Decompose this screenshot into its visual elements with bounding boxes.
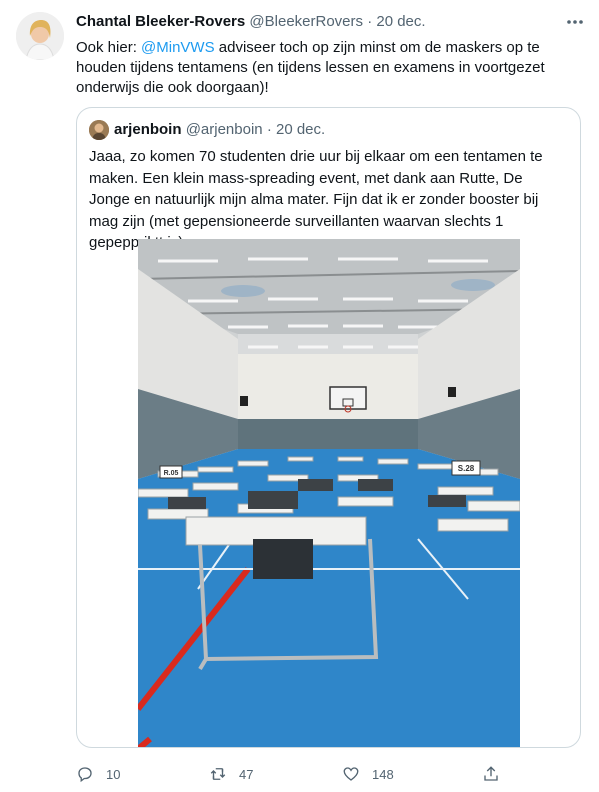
desk-sign-r05: R.05	[164, 470, 179, 477]
author-avatar-image	[16, 12, 64, 60]
quoted-tweet-photo[interactable]: R.05 S.28	[138, 239, 520, 747]
author-handle[interactable]: @BleekerRovers	[249, 13, 363, 30]
more-options-button[interactable]	[565, 14, 585, 30]
quoted-author-name: arjenboin	[114, 121, 182, 138]
tweet-date[interactable]: 20 dec.	[376, 13, 425, 30]
tweet-text: Ook hier: @MinVWS adviseer toch op zijn …	[76, 38, 582, 98]
retweet-icon	[210, 768, 226, 780]
share-icon	[484, 766, 498, 781]
quoted-tweet-date: 20 dec.	[275, 121, 326, 138]
share-button[interactable]	[482, 764, 500, 784]
tweet-text-part: Ook hier:	[76, 39, 142, 56]
separator-dot: ·	[367, 13, 373, 30]
more-icon	[567, 20, 583, 24]
retweet-count: 47	[239, 766, 254, 782]
like-button[interactable]: 148	[342, 764, 394, 784]
quoted-separator-dot: ·	[266, 121, 272, 138]
quoted-avatar-image	[89, 120, 109, 140]
retweet-button[interactable]: 47	[209, 764, 253, 784]
author-name[interactable]: Chantal Bleeker-Rovers	[76, 13, 245, 30]
exam-hall-photo: R.05 S.28	[138, 239, 520, 747]
like-count: 148	[372, 766, 394, 782]
reply-icon	[78, 767, 92, 783]
quoted-author-avatar	[89, 120, 109, 140]
mention-link[interactable]: @MinVWS	[141, 39, 215, 56]
reply-button[interactable]: 10	[76, 764, 120, 784]
quoted-tweet[interactable]: arjenboin @arjenboin · 20 dec. Jaaa, zo …	[76, 107, 581, 748]
quoted-tweet-text: Jaaa, zo komen 70 studenten drie uur bij…	[89, 148, 543, 251]
desk-sign-s28: S.28	[458, 464, 475, 473]
heart-icon	[343, 767, 359, 781]
quoted-tweet-header: arjenboin @arjenboin · 20 dec.	[114, 121, 325, 138]
tweet-header: Chantal Bleeker-Rovers @BleekerRovers · …	[76, 13, 589, 33]
quoted-author-handle: @arjenboin	[185, 121, 263, 138]
reply-count: 10	[106, 766, 121, 782]
author-avatar[interactable]	[16, 12, 64, 60]
action-bar: 10 47 148	[76, 764, 506, 784]
